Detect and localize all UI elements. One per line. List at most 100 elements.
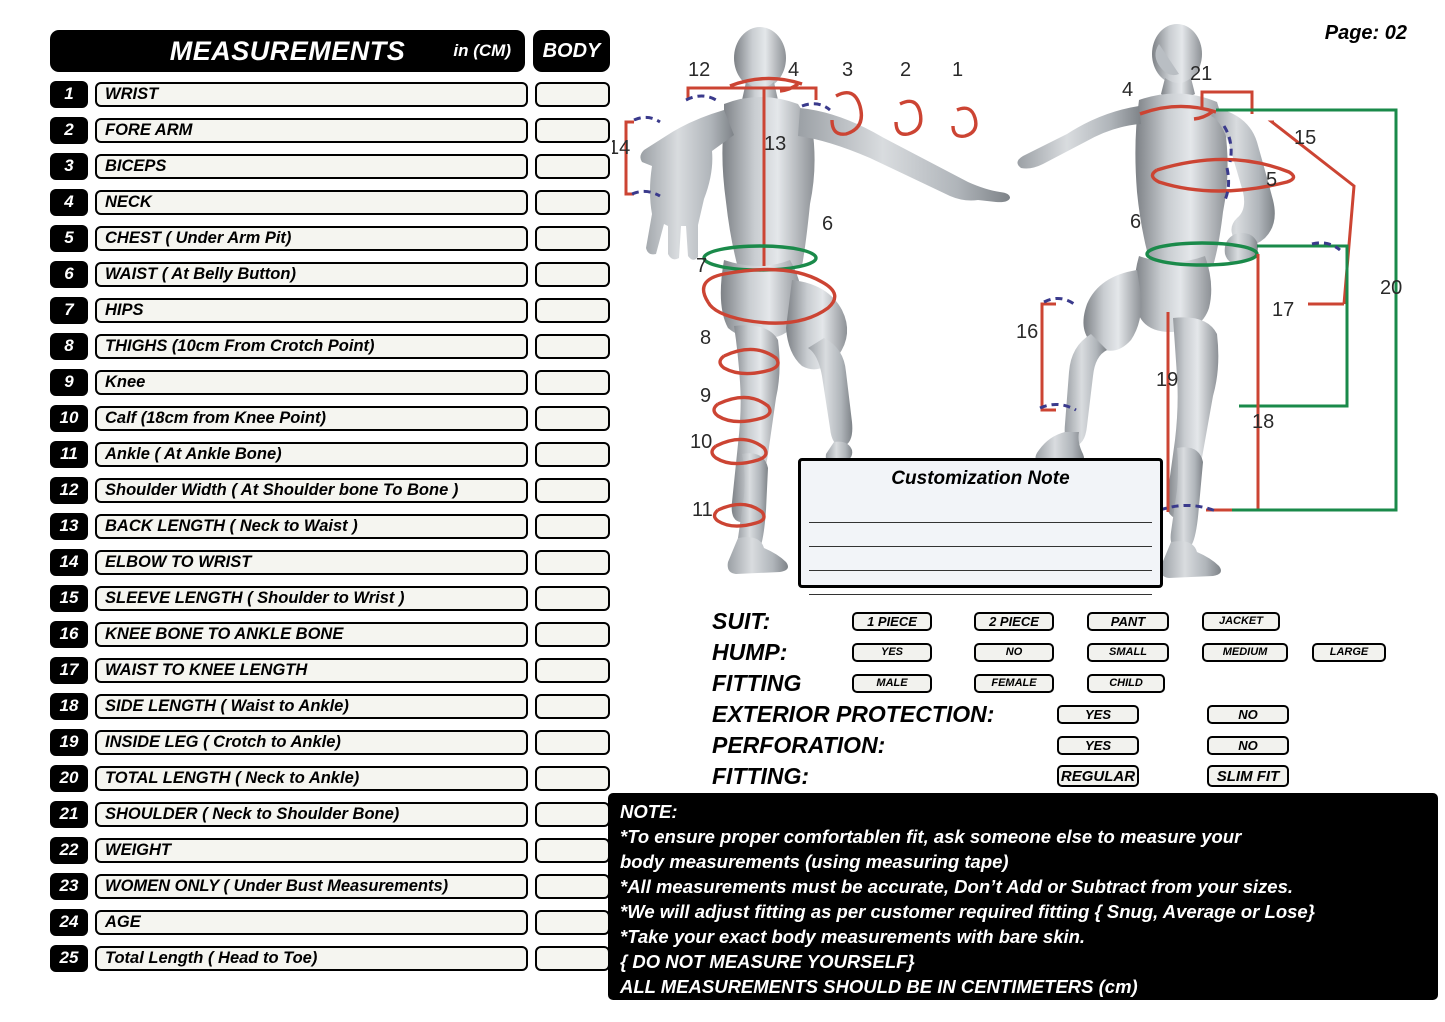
row-number-badge: 2 [50,116,88,144]
row-value-input[interactable] [535,621,610,647]
row-value-input[interactable] [535,117,610,143]
row-label: SIDE LENGTH ( Waist to Ankle) [95,693,528,719]
option-choice-button[interactable]: REGULAR [1057,765,1139,787]
row-value-input[interactable] [535,333,610,359]
callout-8: 8 [700,327,711,349]
row-label: FORE ARM [95,117,528,143]
table-row: 11 Ankle ( At Ankle Bone) [50,439,610,469]
option-choice-button[interactable]: PANT [1087,611,1169,631]
row-value-input[interactable] [535,693,610,719]
row-value-input[interactable] [535,765,610,791]
row-number-badge: 15 [50,584,88,612]
option-choice-button[interactable]: 2 PIECE [974,611,1054,631]
row-value-input[interactable] [535,729,610,755]
option-choice-button[interactable]: NO [1207,704,1289,724]
option-choice-button[interactable]: LARGE [1312,642,1386,662]
option-choice-button[interactable]: SLIM FIT [1207,765,1289,787]
note-text-line: *All measurements must be accurate, Don’… [620,876,1294,897]
option-row: PERFORATION: YES NO [712,730,1432,760]
callout-4-front: 4 [1122,79,1133,101]
row-label: Shoulder Width ( At Shoulder bone To Bon… [95,477,528,503]
option-choice-button[interactable]: MEDIUM [1202,642,1288,662]
row-value-input[interactable] [535,801,610,827]
row-value-input[interactable] [535,873,610,899]
option-choice-button[interactable]: YES [1057,735,1139,755]
customization-note-line[interactable] [809,499,1152,523]
customization-note-box[interactable]: Customization Note [798,458,1163,595]
note-text-line: body measurements (using measuring tape) [620,851,1009,872]
callout-2: 2 [900,59,911,81]
table-row: 2 FORE ARM [50,115,610,145]
option-choice-button[interactable]: NO [974,642,1054,662]
options-section: SUIT: 1 PIECE 2 PIECE PANT JACKET HUMP: YES NO S… [712,606,1432,792]
customization-note-line[interactable] [809,523,1152,547]
customization-note-lines[interactable] [801,499,1160,595]
row-value-input[interactable] [535,369,610,395]
row-number-badge: 21 [50,800,88,828]
option-choice-button[interactable]: FEMALE [974,673,1054,693]
callout-20: 20 [1380,277,1402,299]
callout-21: 21 [1190,63,1212,85]
list-header-title-box: MEASUREMENTS in (CM) [50,30,525,72]
row-number-badge: 20 [50,764,88,792]
customization-note-line[interactable] [809,571,1152,595]
table-row: 19 INSIDE LEG ( Crotch to Ankle) [50,727,610,757]
row-value-input[interactable] [535,225,610,251]
row-value-input[interactable] [535,261,610,287]
option-row: HUMP: YES NO SMALL MEDIUM LARGE [712,637,1432,667]
table-row: 5 CHEST ( Under Arm Pit) [50,223,610,253]
callout-10: 10 [690,431,712,453]
option-choice-button[interactable]: NO [1207,735,1289,755]
customization-note-line[interactable] [809,547,1152,571]
row-number-badge: 10 [50,404,88,432]
option-row-label: HUMP: [712,638,788,665]
customization-note-title: Customization Note [891,468,1070,489]
row-value-input[interactable] [535,945,610,971]
table-row: 21 SHOULDER ( Neck to Shoulder Bone) [50,799,610,829]
row-label: WEIGHT [95,837,528,863]
row-value-input[interactable] [535,297,610,323]
table-row: 14 ELBOW TO WRIST [50,547,610,577]
option-choice-button[interactable]: YES [1057,704,1139,724]
callout-13: 13 [764,133,786,155]
option-row-label: EXTERIOR PROTECTION: [712,700,995,727]
table-row: 10 Calf (18cm from Knee Point) [50,403,610,433]
row-value-input[interactable] [535,513,610,539]
table-row: 1 WRIST [50,79,610,109]
row-value-input[interactable] [535,837,610,863]
row-number-badge: 5 [50,224,88,252]
row-value-input[interactable] [535,405,610,431]
row-number-badge: 14 [50,548,88,576]
option-choice-button[interactable]: MALE [852,673,932,693]
option-choice-button[interactable]: JACKET [1202,611,1280,631]
row-label: THIGHS (10cm From Crotch Point) [95,333,528,359]
option-choice-button[interactable]: CHILD [1087,673,1165,693]
row-value-input[interactable] [535,477,610,503]
row-value-input[interactable] [535,657,610,683]
note-text-line: *To ensure proper comfortablen fit, ask … [620,826,1242,847]
measurement-rows: 1 WRIST 2 FORE ARM 3 BICEPS 4 NECK 5 CHEST ( Unde… [50,79,610,973]
row-value-input[interactable] [535,81,610,107]
row-value-input[interactable] [535,549,610,575]
row-label: ELBOW TO WRIST [95,549,528,575]
row-value-input[interactable] [535,909,610,935]
option-choice-button[interactable]: 1 PIECE [852,611,932,631]
option-row-label: PERFORATION: [712,731,886,758]
option-choice-button[interactable]: YES [852,642,932,662]
callout-6-front: 6 [1130,211,1141,233]
row-number-badge: 19 [50,728,88,756]
unit-label: in (CM) [453,41,511,60]
row-label: Ankle ( At Ankle Bone) [95,441,528,467]
row-value-input[interactable] [535,153,610,179]
row-value-input[interactable] [535,441,610,467]
row-number-badge: 4 [50,188,88,216]
callout-6-back: 6 [822,213,833,235]
row-value-input[interactable] [535,189,610,215]
row-number-badge: 25 [50,944,88,972]
row-label: WRIST [95,81,528,107]
row-number-badge: 12 [50,476,88,504]
row-value-input[interactable] [535,585,610,611]
row-label: HIPS [95,297,528,323]
option-choice-button[interactable]: SMALL [1087,642,1169,662]
row-number-badge: 7 [50,296,88,324]
